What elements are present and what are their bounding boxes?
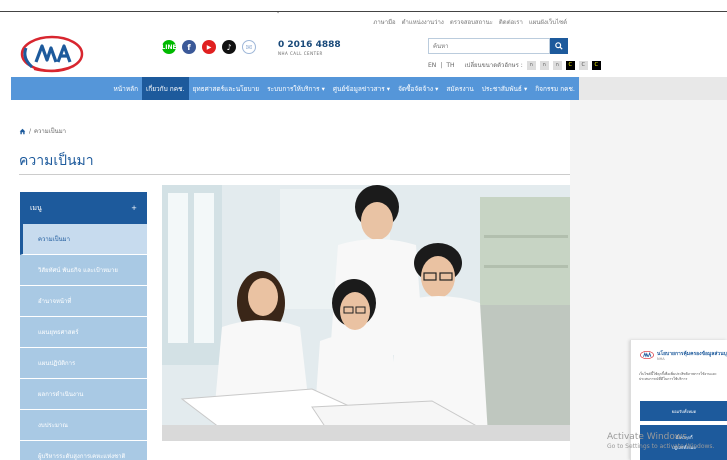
social-icons: LINE f ▶ ♪ ✉ [161,40,256,54]
nav-right-pane [579,77,727,100]
top-links: ภาษามือ ตำแหน่งงานว่าง ตรวจสอบสถานะ ติดต… [373,17,567,27]
nav-item-info-center[interactable]: ศูนย์ข้อมูลข่าวสาร ▾ [329,77,394,100]
popup-logo [640,350,654,360]
sidebar-toggle-icon[interactable]: + [131,204,137,212]
sidebar-item-executives[interactable]: ผู้บริหารระดับสูงการเคหะแห่งชาติ [20,441,147,460]
sidebar-item-performance[interactable]: ผลการดำเนินงาน [20,379,147,410]
contrast-yellow-button[interactable]: C [591,60,601,70]
nha-logo[interactable] [20,34,84,74]
top-link-jobs[interactable]: ตำแหน่งงานว่าง [402,17,444,27]
breadcrumb-separator: / [29,127,32,135]
nav-items: หน้าหลัก เกี่ยวกับ กคช. ยุทธศาสตร์และนโย… [109,77,579,100]
sidebar-item-history[interactable]: ความเป็นมา [20,224,147,255]
top-link-contact[interactable]: ติดต่อเรา [499,17,523,27]
title-divider [19,174,570,175]
breadcrumb-current: ความเป็นมา [34,128,67,135]
sidebar-item-budget[interactable]: งบประมาณ [20,410,147,441]
lang-en[interactable]: EN [428,62,436,69]
search-input[interactable] [428,38,550,54]
sidebar-item-action-plan[interactable]: แผนปฏิบัติการ [20,348,147,379]
students-photo [162,185,570,441]
phone-caption: NHA CALL CENTER [278,51,323,56]
nav-item-procurement[interactable]: จัดซื้อจัดจ้าง ▾ [394,77,442,100]
font-size-small-button[interactable]: ก [526,60,536,70]
search-icon [555,42,563,50]
breadcrumb: / ความเป็นมา [19,126,66,136]
mail-icon[interactable]: ✉ [242,40,256,54]
sidebar-header-label: เมนู [30,203,42,212]
top-link-status[interactable]: ตรวจสอบสถานะ [450,17,493,27]
facebook-icon[interactable]: f [182,40,196,54]
page-title: ความเป็นมา [19,153,94,169]
top-link-sitemap[interactable]: แผนผังเว็บไซต์ [529,17,567,27]
font-size-large-button[interactable]: ก [552,60,562,70]
nav-item-activities[interactable]: กิจกรรม กคช. [531,77,579,100]
popup-body: เว็บไซต์นี้ใช้คุกกี้เพื่อเพิ่มประสิทธิภา… [639,372,717,381]
phone-number: 0 2016 4888 [278,40,341,50]
tiktok-icon[interactable]: ♪ [222,40,236,54]
search-box [428,38,568,54]
nav-item-home[interactable]: หน้าหลัก [109,77,142,100]
nav-item-jobs[interactable]: สมัครงาน [442,77,477,100]
font-size-label: เปลี่ยนขนาดตัวอักษร : [464,62,523,69]
language-row: EN | TH เปลี่ยนขนาดตัวอักษร : ก ก ก C C … [428,60,601,70]
nav-item-services[interactable]: ระบบการให้บริการ ▾ [263,77,329,100]
main-nav: หน้าหลัก เกี่ยวกับ กคช. ยุทธศาสตร์และนโย… [11,77,727,100]
windows-activation-watermark: Activate Windows Go to Settings to activ… [607,432,714,450]
watermark-line-1: Activate Windows [607,432,687,442]
search-button[interactable] [550,38,568,54]
contrast-normal-button[interactable]: C [578,60,588,70]
lang-separator: | [440,61,443,69]
nav-item-pr[interactable]: ประชาสัมพันธ์ ▾ [478,77,531,100]
contrast-button[interactable]: C [565,60,575,70]
top-border-bar: ุ [0,0,727,12]
lang-th[interactable]: TH [446,62,454,69]
sidebar-menu: เมนู + ความเป็นมา วิสัยทัศน์ พันธกิจ และ… [20,192,147,460]
nav-item-about[interactable]: เกี่ยวกับ กคช. [142,77,189,100]
top-link-sign-language[interactable]: ภาษามือ [373,17,395,27]
popup-title: นโยบายการคุ้มครองข้อมูลส่วนบุคคล [657,351,727,357]
home-icon[interactable] [19,128,26,135]
youtube-icon[interactable]: ▶ [202,40,216,54]
watermark-line-2: Go to Settings to activate Windows. [607,443,715,450]
nav-item-strategy[interactable]: ยุทธศาสตร์และนโยบาย [189,77,264,100]
call-center[interactable]: 0 2016 4888 NHA CALL CENTER [278,40,341,56]
sidebar-item-strategy-plan[interactable]: แผนยุทธศาสตร์ [20,317,147,348]
line-icon[interactable]: LINE [161,40,177,54]
sidebar-header[interactable]: เมนู + [20,192,147,224]
sidebar-item-authority[interactable]: อำนาจหน้าที่ [20,286,147,317]
font-size-medium-button[interactable]: ก [539,60,549,70]
accept-cookies-button[interactable]: ยอมรับทั้งหมด [640,401,727,421]
popup-subtitle: NHA [657,357,665,361]
sidebar-item-vision[interactable]: วิสัยทัศน์ พันธกิจ และเป้าหมาย [20,255,147,286]
